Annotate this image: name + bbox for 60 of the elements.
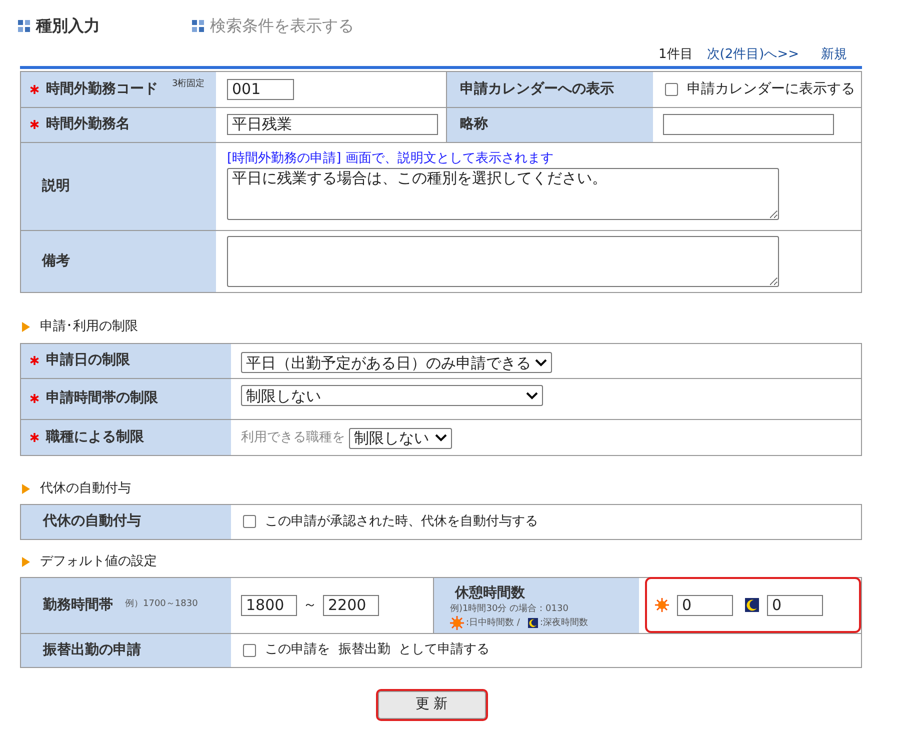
new-link[interactable]: 新規 [821, 45, 847, 64]
field-label: 職種による制限 [46, 428, 144, 446]
field-label: 代休の自動付与 [43, 512, 141, 531]
field-note: [時間外勤務の申請] 画面で、説明文として表示されます [227, 150, 554, 166]
field-label: 申請カレンダーへの表示 [460, 80, 614, 98]
text-field[interactable]: 2200 [323, 594, 379, 616]
caret-icon [526, 392, 538, 400]
next-link[interactable]: 次(2件目)へ>> [706, 45, 799, 64]
moon-icon [745, 598, 759, 612]
caret-icon [535, 358, 547, 367]
select-field[interactable]: 制限しない [241, 385, 543, 406]
textarea-field[interactable]: 平日に残業する場合は、この種別を選択してください。 [227, 168, 779, 220]
field-label: 申請日の制限 [46, 351, 130, 370]
section-title: 申請･利用の制限 [40, 318, 138, 336]
field-label: 振替出勤の申請 [43, 640, 141, 660]
text-field[interactable]: 0 [767, 594, 823, 616]
legend-label: :日中時間数 / [466, 616, 520, 630]
checkbox-label: この申請を 振替出勤 として申請する [265, 641, 490, 660]
page-title: 種別入力 [36, 15, 100, 37]
field-label: 備考 [42, 252, 70, 270]
field-hint: 例)1時間30分 の場合：0130 [450, 602, 570, 616]
checkbox[interactable] [243, 515, 256, 528]
grid-icon [192, 20, 204, 32]
text-field[interactable]: 001 [227, 78, 294, 100]
caret-icon [435, 434, 447, 442]
checkbox[interactable] [665, 82, 678, 96]
section-title: 代休の自動付与 [40, 480, 131, 498]
text-field[interactable]: 1800 [241, 594, 297, 616]
field-prefix: 利用できる職種を [241, 429, 345, 448]
field-label: 休憩時間数 [455, 584, 526, 602]
checkbox-label: この申請が承認された時、代休を自動付与する [265, 512, 538, 531]
select-field[interactable]: 制限しない [349, 428, 452, 448]
field-label: 時間外勤務名 [46, 115, 130, 134]
triangle-icon [22, 484, 30, 494]
textarea-field[interactable] [227, 236, 779, 286]
field-label: 勤務時間帯 [43, 596, 113, 614]
field-label: 申請時間帯の制限 [46, 389, 158, 408]
triangle-icon [22, 322, 30, 332]
legend-label: :深夜時間数 [540, 616, 588, 630]
search-toggle-link[interactable]: 検索条件を表示する [192, 14, 354, 38]
update-button[interactable]: 更 新 [376, 688, 488, 720]
checkbox[interactable] [243, 644, 256, 656]
sun-icon [450, 616, 464, 630]
range-separator: ～ [303, 596, 317, 614]
field-hint: 例）1700～1830 [125, 598, 198, 612]
field-hint: 3桁固定 [172, 78, 205, 90]
text-field[interactable]: 0 [677, 594, 733, 616]
field-label: 説明 [42, 176, 70, 196]
grid-icon [18, 20, 30, 32]
sun-icon [655, 598, 669, 612]
text-field[interactable]: 平日残業 [227, 114, 438, 135]
checkbox-label: 申請カレンダーに表示する [687, 80, 855, 98]
select-field[interactable]: 平日（出勤予定がある日）のみ申請できる [241, 352, 552, 374]
field-label: 時間外勤務コード [46, 80, 158, 98]
record-count: 1件目 [658, 46, 693, 64]
section-title: デフォルト値の設定 [40, 552, 157, 571]
triangle-icon [22, 556, 30, 566]
text-field[interactable] [663, 114, 834, 135]
field-label: 略称 [460, 115, 488, 134]
moon-icon [528, 618, 538, 628]
